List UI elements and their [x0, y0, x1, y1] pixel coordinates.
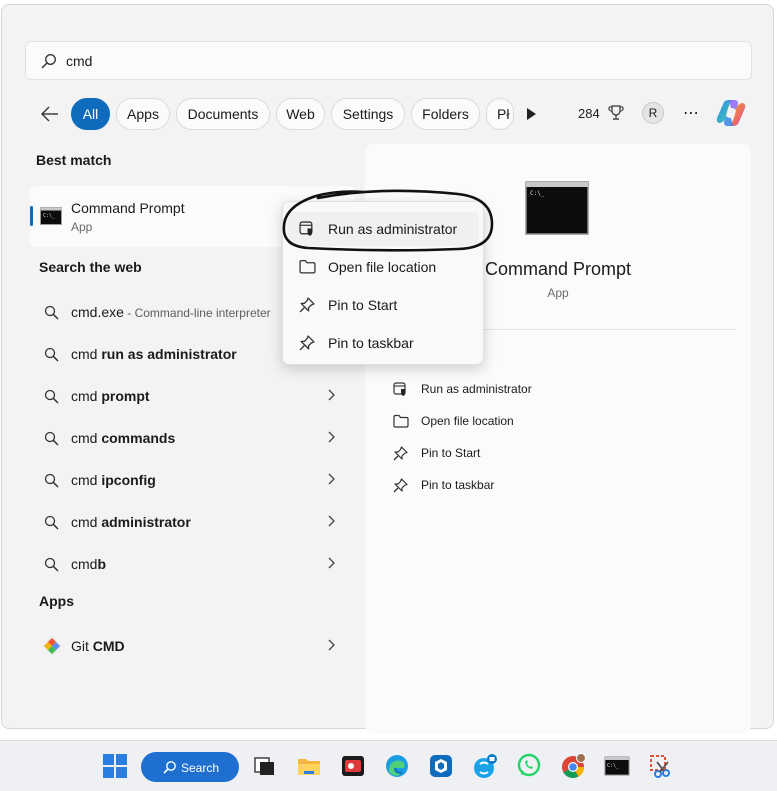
command-prompt-large-icon: C:\_ [525, 181, 589, 235]
web-result-6[interactable]: cmdb [30, 545, 355, 583]
pin-icon [299, 297, 315, 313]
search-icon [44, 473, 59, 488]
context-menu: Run as administrator Open file location … [282, 201, 484, 365]
shield-window-icon [299, 221, 313, 236]
selection-indicator [30, 206, 33, 226]
tab-all[interactable]: All [71, 98, 110, 130]
snipping-tool-icon[interactable] [648, 753, 674, 779]
command-prompt-icon: C:\_ [40, 207, 62, 225]
web-result-3[interactable]: cmd commands [30, 419, 355, 457]
tab-apps[interactable]: Apps [116, 98, 170, 130]
search-icon [44, 389, 59, 404]
web-result-5[interactable]: cmd administrator [30, 503, 355, 541]
context-pin-to-taskbar[interactable]: Pin to taskbar [287, 326, 479, 360]
whatsapp-icon[interactable] [516, 753, 542, 779]
chrome-icon[interactable] [560, 753, 586, 779]
trophy-icon[interactable] [608, 104, 624, 122]
web-result-4[interactable]: cmd ipconfig [30, 461, 355, 499]
preview-pin-to-taskbar[interactable]: Pin to taskbar [389, 474, 589, 498]
folder-icon [393, 414, 409, 428]
rewards-points: 284 [578, 106, 600, 121]
start-search-panel: cmd All Apps Documents Web Settings Fold… [1, 4, 774, 734]
search-query[interactable]: cmd [66, 53, 92, 69]
folder-icon [299, 260, 316, 274]
context-run-as-admin[interactable]: Run as administrator [287, 212, 479, 246]
search-icon [163, 761, 176, 774]
best-match-title: Command Prompt [71, 200, 185, 216]
chevron-right-icon [328, 515, 335, 527]
best-match-subtitle: App [71, 220, 93, 234]
preview-open-file-location[interactable]: Open file location [389, 410, 589, 434]
search-icon [41, 54, 56, 69]
preview-pin-to-start[interactable]: Pin to Start [389, 442, 589, 466]
edge-browser-icon[interactable] [384, 753, 410, 779]
chevron-right-icon [328, 473, 335, 485]
best-match-heading: Best match [36, 152, 112, 168]
shield-window-icon [393, 382, 406, 396]
tab-settings[interactable]: Settings [331, 98, 405, 130]
web-result-2[interactable]: cmd prompt [30, 377, 355, 415]
svg-text:C:\_: C:\_ [607, 763, 620, 769]
pin-icon [393, 446, 408, 461]
git-cmd-icon [42, 636, 62, 656]
svg-text:C:\_: C:\_ [530, 190, 545, 197]
apps-heading: Apps [39, 593, 74, 609]
search-input[interactable]: cmd [25, 41, 752, 80]
context-pin-to-start[interactable]: Pin to Start [287, 288, 479, 322]
chevron-right-icon [328, 389, 335, 401]
taskbar-search-button[interactable]: Search [141, 752, 239, 782]
chevron-right-icon [328, 431, 335, 443]
search-icon [44, 515, 59, 530]
file-explorer-icon[interactable] [296, 753, 322, 779]
back-arrow-icon[interactable] [40, 105, 60, 123]
chevron-right-icon [328, 557, 335, 569]
taskbar: Search C:\_ [0, 740, 777, 791]
task-view-icon[interactable] [252, 753, 278, 779]
app-result-git-cmd[interactable]: Git CMD [30, 627, 355, 665]
chevron-right-icon [328, 639, 335, 651]
preview-run-as-admin[interactable]: Run as administrator [389, 378, 589, 402]
svg-text:C:\_: C:\_ [43, 213, 56, 219]
tab-photos[interactable]: Pł [486, 98, 514, 130]
scroll-right-icon[interactable] [525, 107, 537, 121]
avatar[interactable]: R [642, 102, 664, 124]
search-icon [44, 305, 59, 320]
pin-icon [299, 335, 315, 351]
tab-documents[interactable]: Documents [176, 98, 270, 130]
search-icon [44, 431, 59, 446]
command-prompt-taskbar-icon[interactable]: C:\_ [604, 753, 630, 779]
search-web-heading: Search the web [39, 259, 142, 275]
copilot-icon[interactable] [715, 98, 747, 128]
pin-icon [393, 478, 408, 493]
skype-icon[interactable] [472, 753, 498, 779]
search-icon [44, 347, 59, 362]
store-app-icon[interactable] [428, 753, 454, 779]
filter-bar: All Apps Documents Web Settings Folders … [32, 97, 757, 131]
windows-start-icon[interactable] [102, 753, 128, 779]
search-icon [44, 557, 59, 572]
tab-web[interactable]: Web [276, 98, 325, 130]
context-open-file-location[interactable]: Open file location [287, 250, 479, 284]
tab-folders[interactable]: Folders [411, 98, 480, 130]
more-options-icon[interactable]: ⋯ [683, 103, 700, 123]
screen-recorder-icon[interactable] [340, 753, 366, 779]
